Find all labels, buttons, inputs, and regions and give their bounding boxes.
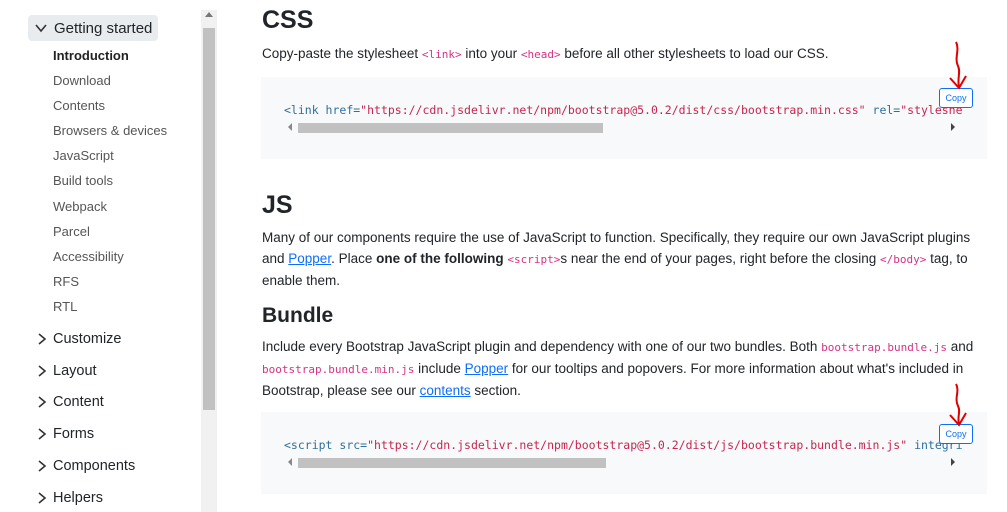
- text: before all other stylesheets to load our…: [560, 46, 829, 61]
- inline-code: bootstrap.bundle.min.js: [262, 363, 415, 376]
- code-horizontal-scrollbar[interactable]: [284, 455, 959, 469]
- sidebar-group-getting-started[interactable]: Getting started: [28, 15, 158, 41]
- code-tag: <script: [284, 438, 333, 452]
- inline-code: <head>: [520, 48, 561, 61]
- js-heading: JS: [262, 191, 293, 219]
- code-line: <link href="https://cdn.jsdelivr.net/npm…: [284, 103, 964, 117]
- text: s near the end of your pages, right befo…: [560, 251, 881, 266]
- sidebar-group-layout[interactable]: Layout: [36, 363, 97, 379]
- code-horizontal-scrollbar[interactable]: [284, 120, 959, 134]
- red-arrow-annotation-icon: [949, 41, 967, 90]
- chevron-right-icon: [38, 333, 47, 345]
- code-attr: href=: [318, 103, 361, 117]
- sidebar-group-label: Content: [53, 394, 104, 410]
- css-code-block: <link href="https://cdn.jsdelivr.net/npm…: [261, 77, 987, 159]
- sidebar-item-browsers-devices[interactable]: Browsers & devices: [53, 123, 167, 138]
- bundle-heading: Bundle: [262, 304, 334, 327]
- inline-code: bootstrap.bundle.js: [821, 341, 947, 354]
- scroll-left-arrow-icon[interactable]: [288, 458, 292, 466]
- code-string: "https://cdn.jsdelivr.net/npm/bootstrap@…: [367, 438, 908, 452]
- bold-text: one of the following: [376, 251, 508, 266]
- inline-code: <script>: [507, 253, 561, 266]
- sidebar-item-rfs[interactable]: RFS: [53, 274, 79, 289]
- red-arrow-annotation-icon: [949, 383, 967, 427]
- sidebar-group-content[interactable]: Content: [36, 394, 104, 410]
- sidebar-item-accessibility[interactable]: Accessibility: [53, 249, 124, 264]
- sidebar-item-contents[interactable]: Contents: [53, 98, 105, 113]
- chevron-right-icon: [38, 365, 47, 377]
- text: Copy-paste the stylesheet: [262, 46, 422, 61]
- sidebar-scrollbar-thumb[interactable]: [203, 28, 215, 410]
- sidebar-group-label: Customize: [53, 331, 122, 347]
- text: include: [414, 361, 465, 376]
- sidebar-group-customize[interactable]: Customize: [36, 331, 122, 347]
- text: section.: [470, 383, 521, 398]
- code-attr: rel=: [865, 103, 901, 117]
- sidebar-group-forms[interactable]: Forms: [36, 426, 94, 442]
- text: . Place: [331, 251, 377, 266]
- chevron-right-icon: [38, 492, 47, 504]
- popper-link[interactable]: Popper: [465, 361, 509, 376]
- code-tag: <link: [284, 103, 319, 117]
- sidebar-group-label: Layout: [53, 363, 97, 379]
- code-string: "https://cdn.jsdelivr.net/npm/bootstrap@…: [360, 103, 866, 117]
- code-scrollbar-thumb[interactable]: [298, 458, 606, 468]
- sidebar-group-components[interactable]: Components: [36, 458, 135, 474]
- bundle-code-block: <script src="https://cdn.jsdelivr.net/np…: [261, 412, 987, 494]
- contents-link[interactable]: contents: [420, 383, 471, 398]
- sidebar-group-label: Components: [53, 458, 136, 474]
- inline-code: <link>: [421, 48, 462, 61]
- sidebar-item-rtl[interactable]: RTL: [53, 299, 77, 314]
- js-paragraph: Many of our components require the use o…: [262, 227, 982, 291]
- code-line: <script src="https://cdn.jsdelivr.net/np…: [284, 438, 964, 452]
- text: into your: [461, 46, 521, 61]
- scroll-up-arrow-icon[interactable]: [205, 12, 213, 17]
- chevron-right-icon: [38, 428, 47, 440]
- sidebar-item-build-tools[interactable]: Build tools: [53, 173, 113, 188]
- sidebar-item-webpack[interactable]: Webpack: [53, 199, 107, 214]
- scroll-right-arrow-icon[interactable]: [951, 123, 955, 131]
- sidebar-group-label: Helpers: [53, 490, 103, 506]
- sidebar-item-parcel[interactable]: Parcel: [53, 224, 90, 239]
- text: Include every Bootstrap JavaScript plugi…: [262, 339, 822, 354]
- sidebar-group-label: Forms: [53, 426, 95, 442]
- chevron-right-icon: [38, 396, 47, 408]
- text: and: [946, 339, 974, 354]
- scroll-left-arrow-icon[interactable]: [288, 123, 292, 131]
- sidebar-item-javascript[interactable]: JavaScript: [53, 148, 114, 163]
- chevron-down-icon: [35, 24, 47, 33]
- sidebar-group-helpers[interactable]: Helpers: [36, 490, 103, 506]
- sidebar-item-download[interactable]: Download: [53, 73, 111, 88]
- chevron-right-icon: [38, 460, 47, 472]
- css-paragraph: Copy-paste the stylesheet <link> into yo…: [262, 43, 982, 65]
- bundle-paragraph: Include every Bootstrap JavaScript plugi…: [262, 336, 982, 401]
- sidebar-group-label: Getting started: [54, 19, 153, 37]
- popper-link[interactable]: Popper: [288, 251, 331, 266]
- css-heading: CSS: [262, 6, 314, 34]
- sidebar-item-introduction[interactable]: Introduction: [53, 48, 129, 63]
- code-scrollbar-thumb[interactable]: [298, 123, 603, 133]
- code-attr: src=: [332, 438, 368, 452]
- scroll-right-arrow-icon[interactable]: [951, 458, 955, 466]
- docs-sidebar: Getting started Introduction Download Co…: [0, 0, 200, 512]
- inline-code: </body>: [880, 253, 927, 266]
